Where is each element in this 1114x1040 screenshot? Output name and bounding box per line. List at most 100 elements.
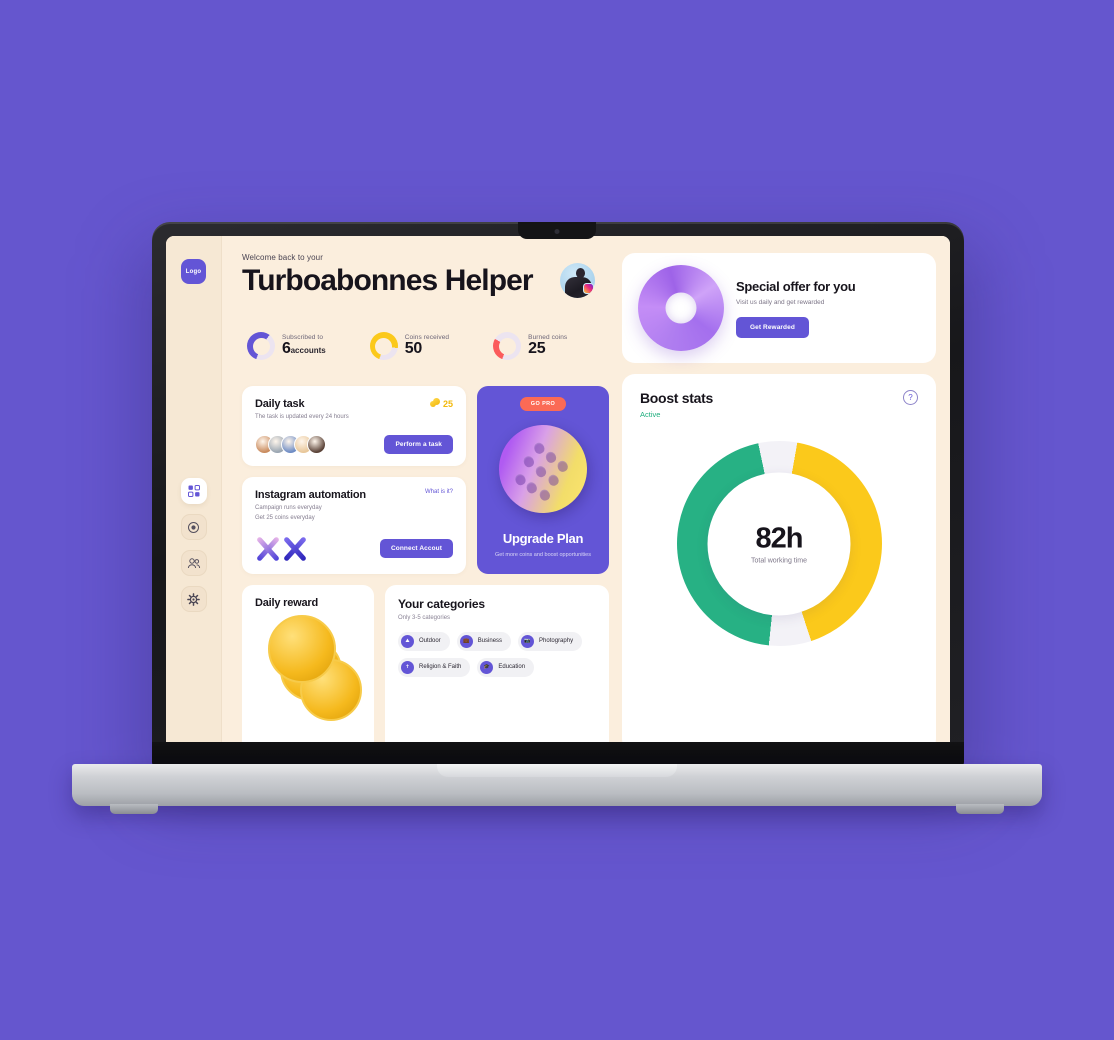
upgrade-title: Upgrade Plan xyxy=(502,531,584,547)
egg-dot xyxy=(524,480,539,495)
daily-task-subtitle: The task is updated every 24 hours xyxy=(255,414,349,420)
automation-subtitle-1: Campaign runs everyday xyxy=(255,505,322,512)
connect-account-button[interactable]: Connect Accout xyxy=(380,539,453,559)
instagram-automation-card: Instagram automation Campaign runs every… xyxy=(242,477,466,574)
category-tags: ⛰ Outdoor 💼 Business 📷 Photography ✝ Religion &… xyxy=(398,631,596,677)
webcam-notch xyxy=(518,222,596,239)
egg-dot xyxy=(544,450,558,465)
categories-title: Your categories xyxy=(398,596,485,611)
category-icon: 📷 xyxy=(521,634,535,648)
egg-dot xyxy=(522,454,536,470)
donut-label: Total working time xyxy=(750,557,808,565)
egg-dot xyxy=(546,472,561,488)
webcam-icon xyxy=(554,229,560,234)
daily-task-title: Daily task xyxy=(255,398,305,410)
daily-reward-card[interactable]: Daily reward xyxy=(242,584,374,752)
perform-task-button[interactable]: Perform a task xyxy=(384,435,453,455)
category-label: Photography xyxy=(539,638,574,645)
special-offer-card: Special offer for you Visit us daily and… xyxy=(622,253,936,363)
stat-ring-subscribed xyxy=(247,332,275,360)
offer-title: Special offer for you xyxy=(736,278,856,294)
category-label: Outdoor xyxy=(419,638,441,645)
right-column: Special offer for you Visit us daily and… xyxy=(622,253,936,752)
offer-subtitle: Visit us daily and get rewarded xyxy=(736,298,825,306)
stat-value: 6accounts xyxy=(282,340,326,358)
category-tag[interactable]: 📷 Photography xyxy=(518,631,583,651)
stat-unit: accounts xyxy=(290,346,326,355)
category-icon: ✝ xyxy=(401,660,414,674)
upgrade-plan-card[interactable]: GO PRO Upgrade Plan Get more coins and b… xyxy=(477,386,609,574)
sidebar-item-community[interactable] xyxy=(180,550,207,576)
instagram-badge-icon xyxy=(583,283,594,294)
sidebar-item-settings[interactable] xyxy=(180,586,207,612)
go-pro-badge: GO PRO xyxy=(519,397,567,411)
daily-task-card: Daily task The task is updated every 24 … xyxy=(242,386,466,467)
stat-subscribed: Subscribed to 6accounts xyxy=(247,332,326,360)
donut-center: 82h Total working time xyxy=(707,472,851,615)
laptop-mockup: Logo Welcome back to your Turboabonnes H… xyxy=(0,0,1114,1040)
egg-dot xyxy=(532,440,546,455)
automation-title: Instagram automation xyxy=(255,489,366,502)
stat-value: 50 xyxy=(404,340,423,357)
logo-label: Logo xyxy=(185,268,202,275)
participant-avatar xyxy=(307,435,326,455)
avatar[interactable] xyxy=(560,263,595,298)
target-icon xyxy=(188,521,199,533)
people-icon xyxy=(187,557,200,568)
daily-task-coin-reward: 25 xyxy=(429,398,453,409)
boost-donut-chart: 82h Total working time xyxy=(676,441,882,646)
egg-dots xyxy=(485,411,601,527)
gear-icon xyxy=(187,592,200,606)
coin-shape xyxy=(268,614,336,683)
egg-dot xyxy=(555,459,570,474)
cards-row: Daily task The task is updated every 24 … xyxy=(242,386,609,574)
grid-icon xyxy=(187,485,200,497)
stat-number: 6 xyxy=(282,340,291,357)
category-tag[interactable]: 💼 Business xyxy=(456,631,512,651)
egg-dot xyxy=(537,488,552,503)
page-header: Welcome back to your Turboabonnes Helper xyxy=(242,253,609,298)
help-icon[interactable]: ? xyxy=(903,390,918,405)
donut-chart-wrap: 82h Total working time xyxy=(640,441,918,646)
cross-icon-right xyxy=(282,536,308,562)
egg-dot xyxy=(534,464,548,480)
categories-subtitle: Only 3-5 categories xyxy=(398,614,451,621)
laptop-lid: Logo Welcome back to your Turboabonnes H… xyxy=(152,222,964,764)
upgrade-subtitle: Get more coins and boost opportunities xyxy=(494,552,591,559)
stat-coins-received: Coins received 50 xyxy=(369,332,449,360)
stat-ring-burned xyxy=(493,332,522,360)
stats-row: Subscribed to 6accounts Coins received 5… xyxy=(242,332,609,360)
category-label: Religion & Faith xyxy=(419,664,462,671)
daily-reward-title: Daily reward xyxy=(255,596,319,609)
screen: Logo Welcome back to your Turboabonnes H… xyxy=(166,236,950,752)
cross-icon-left xyxy=(255,536,281,562)
category-icon: ⛰ xyxy=(401,634,414,648)
title-row: Turboabonnes Helper xyxy=(242,263,609,298)
egg-dot xyxy=(513,472,528,487)
laptop-base xyxy=(72,764,1042,814)
boost-stats-card: Boost stats Active ? 82h Total working t… xyxy=(622,374,936,752)
category-tag[interactable]: 🎓 Education xyxy=(477,657,535,677)
category-tag[interactable]: ✝ Religion & Faith xyxy=(398,657,471,677)
coins-icon xyxy=(429,398,441,409)
stat-ring-coins xyxy=(369,332,398,360)
category-tag[interactable]: ⛰ Outdoor xyxy=(398,631,450,651)
boost-stats-title: Boost stats xyxy=(640,390,713,406)
upgrade-illustration xyxy=(484,410,602,528)
what-is-it-link[interactable]: What is it? xyxy=(425,489,453,495)
stat-value: 25 xyxy=(528,340,546,357)
your-categories-card: Your categories Only 3-5 categories ⛰ Out… xyxy=(385,584,609,752)
sidebar-item-targets[interactable] xyxy=(180,514,207,540)
sidebar-item-dashboard[interactable] xyxy=(180,478,207,504)
welcome-text: Welcome back to your xyxy=(242,253,323,262)
automation-subtitle-2: Get 25 coins everyday xyxy=(255,514,315,521)
get-rewarded-button[interactable]: Get Rewarded xyxy=(736,316,809,338)
laptop-foot-left xyxy=(110,804,158,814)
offer-illustration xyxy=(638,265,724,351)
app-logo[interactable]: Logo xyxy=(181,259,206,284)
left-column: Welcome back to your Turboabonnes Helper xyxy=(242,253,609,752)
participant-avatars xyxy=(255,435,326,455)
category-icon: 💼 xyxy=(459,634,473,648)
main-content: Welcome back to your Turboabonnes Helper xyxy=(222,236,950,752)
boost-status-badge: Active xyxy=(640,410,661,419)
